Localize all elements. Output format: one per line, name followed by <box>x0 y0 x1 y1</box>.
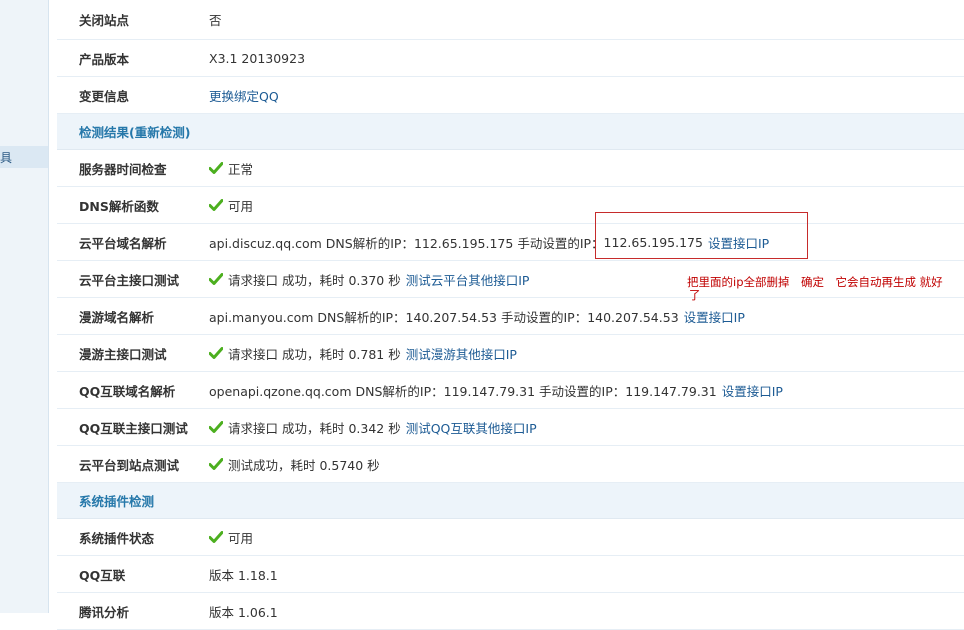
table-row: 漫游主接口测试 请求接口 成功，耗时 0.781 秒 测试漫游其他接口IP <box>57 335 964 372</box>
change-bind-qq-link[interactable]: 更换绑定QQ <box>209 86 279 105</box>
main-content: 关闭站点 否 产品版本 X3.1 20130923 变更信息 更换绑定QQ 检测… <box>57 0 964 630</box>
row-label: 腾讯分析 <box>79 604 130 620</box>
annotation-note: 把里面的ip全部删掉 确定 它会自动再生成 就好 <box>687 275 943 289</box>
row-label: 云平台域名解析 <box>79 235 167 251</box>
check-icon <box>209 531 223 543</box>
set-interface-ip-link[interactable]: 设置接口IP <box>684 307 745 326</box>
row-label: 关闭站点 <box>79 13 130 28</box>
row-value: 版本 1.06.1 <box>209 604 278 620</box>
row-label: 云平台主接口测试 <box>79 272 180 288</box>
table-row: 腾讯分析 版本 1.06.1 <box>57 593 964 630</box>
row-label: 服务器时间检查 <box>79 161 167 177</box>
dns-info-text: api.discuz.qq.com DNS解析的IP：112.65.195.17… <box>209 235 604 251</box>
row-label: 漫游主接口测试 <box>79 346 167 362</box>
status-text: 请求接口 成功，耗时 0.342 秒 <box>228 420 401 436</box>
sidebar-gutter <box>48 0 57 613</box>
table-row: 产品版本 X3.1 20130923 <box>57 40 964 77</box>
row-label: QQ互联主接口测试 <box>79 420 188 436</box>
sidebar: 具 <box>0 0 48 613</box>
section-header-check[interactable]: 检测结果(重新检测) <box>57 114 964 150</box>
annotation-highlight-box <box>595 212 808 259</box>
row-label: DNS解析函数 <box>79 198 159 214</box>
status-text: 可用 <box>228 530 254 546</box>
table-row: 云平台到站点测试 测试成功，耗时 0.5740 秒 <box>57 446 964 483</box>
status-text: 测试成功，耗时 0.5740 秒 <box>228 457 380 473</box>
table-row: QQ互联主接口测试 请求接口 成功，耗时 0.342 秒 测试QQ互联其他接口I… <box>57 409 964 446</box>
row-label: 漫游域名解析 <box>79 309 155 325</box>
table-row: 变更信息 更换绑定QQ <box>57 77 964 114</box>
test-cloud-other-ip-link[interactable]: 测试云平台其他接口IP <box>406 270 530 289</box>
status-text: 请求接口 成功，耗时 0.370 秒 <box>228 272 401 288</box>
check-icon <box>209 273 223 285</box>
row-label: 产品版本 <box>79 51 130 67</box>
dns-info-text: api.manyou.com DNS解析的IP：140.207.54.53 手动… <box>209 309 679 325</box>
test-qq-other-ip-link[interactable]: 测试QQ互联其他接口IP <box>406 418 537 437</box>
check-icon <box>209 347 223 359</box>
row-label: QQ互联 <box>79 567 126 583</box>
table-row: QQ互联 版本 1.18.1 <box>57 556 964 593</box>
check-icon <box>209 199 223 211</box>
section-header-plugins: 系统插件检测 <box>57 483 964 519</box>
table-row: 关闭站点 否 <box>57 0 964 40</box>
row-value: 否 <box>209 13 222 28</box>
table-row: 系统插件状态 可用 <box>57 519 964 556</box>
row-label: 变更信息 <box>79 88 130 104</box>
status-text: 可用 <box>228 198 254 214</box>
set-interface-ip-link[interactable]: 设置接口IP <box>722 381 783 400</box>
row-value: X3.1 20130923 <box>209 50 306 66</box>
dns-info-text: openapi.qzone.qq.com DNS解析的IP：119.147.79… <box>209 383 717 399</box>
check-icon <box>209 162 223 174</box>
row-label: QQ互联域名解析 <box>79 383 176 399</box>
table-row: DNS解析函数 可用 <box>57 187 964 224</box>
sidebar-item-label: 具 <box>0 151 13 165</box>
row-label: 云平台到站点测试 <box>79 457 180 473</box>
status-text: 正常 <box>228 161 254 177</box>
table-row: 服务器时间检查 正常 <box>57 150 964 187</box>
table-row: 漫游域名解析 api.manyou.com DNS解析的IP：140.207.5… <box>57 298 964 335</box>
annotation-note-continued: 了 <box>689 288 701 302</box>
test-manyou-other-ip-link[interactable]: 测试漫游其他接口IP <box>406 344 517 363</box>
row-value: 版本 1.18.1 <box>209 567 278 583</box>
table-row: 云平台域名解析 api.discuz.qq.com DNS解析的IP：112.6… <box>57 224 964 261</box>
status-text: 请求接口 成功，耗时 0.781 秒 <box>228 346 401 362</box>
row-label: 系统插件状态 <box>79 530 155 546</box>
table-row: QQ互联域名解析 openapi.qzone.qq.com DNS解析的IP：1… <box>57 372 964 409</box>
check-icon <box>209 421 223 433</box>
check-icon <box>209 458 223 470</box>
sidebar-item-selected[interactable]: 具 <box>0 146 48 168</box>
